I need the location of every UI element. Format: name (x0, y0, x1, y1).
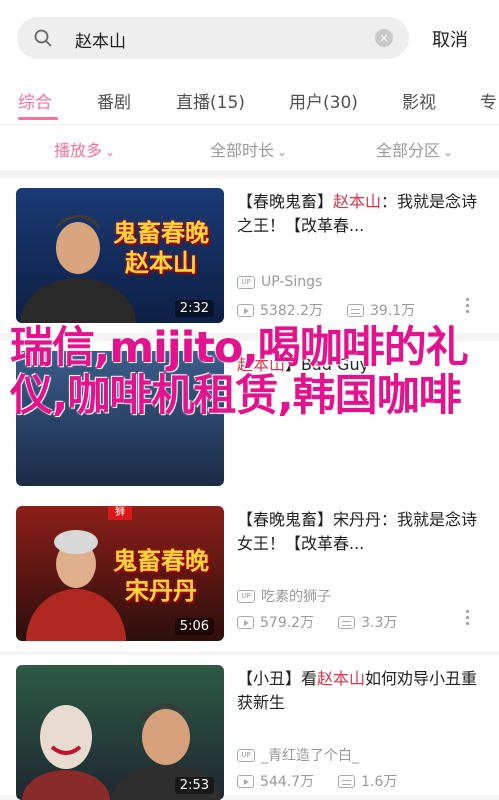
watermark-text: 瑞信,mijito,喝咖啡的礼仪,咖啡机租赁,韩国咖啡 (10, 323, 469, 421)
uploader-row[interactable]: UP 吃素的狮子 (237, 586, 331, 606)
danmaku-icon (338, 774, 356, 788)
title-prefix: 【小丑】看 (237, 669, 318, 688)
stats-row: 544.7万 1.6万 (237, 771, 397, 791)
search-input[interactable]: 赵本山 × (17, 17, 409, 59)
filter-sort[interactable]: 播放多 ⌄ (54, 137, 115, 161)
danmaku-icon (347, 303, 364, 317)
filter-bar: 播放多 ⌄ 全部时长 ⌄ 全部分区 ⌄ (0, 124, 499, 170)
stats-row: 5382.2万 39.1万 (237, 300, 415, 320)
video-duration: 2:53 (174, 777, 214, 794)
chevron-down-icon: ⌄ (443, 145, 454, 159)
tab-movies[interactable]: 影视 (402, 88, 436, 113)
more-icon[interactable] (466, 610, 470, 626)
video-duration: 2:32 (174, 300, 214, 317)
video-thumbnail[interactable]: 狮 鬼畜春晚 宋丹丹 5:06 (16, 506, 224, 641)
video-card[interactable]: 鬼畜春晚 赵本山 2:32 【春晚鬼畜】赵本山：我就是念诗之王！【改革春... U… (0, 178, 499, 333)
view-count: 579.2万 (260, 615, 315, 631)
search-icon (34, 29, 52, 47)
thumbnail-badge: 狮 (108, 506, 132, 520)
tab-all[interactable]: 综合 (18, 88, 52, 113)
title-prefix: 【春晚鬼畜】 (237, 192, 334, 211)
uploader-name: 吃素的狮子 (261, 589, 331, 605)
video-title[interactable]: 【春晚鬼畜】宋丹丹：我就是念诗女王！【改革春... (237, 508, 482, 556)
view-count: 544.7万 (260, 774, 315, 790)
video-title[interactable]: 【春晚鬼畜】赵本山：我就是念诗之王！【改革春... (237, 190, 482, 238)
chevron-down-icon: ⌄ (105, 145, 116, 159)
up-icon: UP (237, 748, 255, 762)
title-highlight: 赵本山 (317, 669, 366, 688)
tab-bangumi[interactable]: 番剧 (97, 88, 131, 113)
title-highlight: 赵本山 (333, 192, 382, 211)
video-title[interactable]: 【小丑】看赵本山如何劝导小丑重获新生 (237, 667, 482, 715)
video-thumbnail[interactable]: 鬼畜春晚 赵本山 2:32 (16, 188, 224, 323)
danmaku-count: 3.3万 (361, 615, 398, 631)
result-tabs: 综合 番剧 直播(15) 用户(30) 影视 专 (0, 78, 499, 124)
cancel-button[interactable]: 取消 (432, 26, 468, 52)
play-count-icon (237, 303, 254, 317)
clear-icon[interactable]: × (375, 29, 393, 47)
filter-duration-label: 全部时长 (210, 141, 275, 160)
active-tab-indicator (18, 117, 58, 120)
up-icon: UP (237, 275, 255, 289)
uploader-name: _青红造了个白_ (261, 748, 359, 764)
filter-duration[interactable]: 全部时长 ⌄ (210, 137, 287, 161)
video-card[interactable]: 2:53 【小丑】看赵本山如何劝导小丑重获新生 UP _青红造了个白_ 544.… (0, 655, 499, 800)
title-prefix: 【春晚鬼畜】 (237, 510, 334, 529)
uploader-row[interactable]: UP UP-Sings (237, 274, 322, 290)
tab-live[interactable]: 直播(15) (176, 88, 245, 113)
play-count-icon (237, 774, 254, 788)
video-thumbnail[interactable]: 2:53 (16, 665, 224, 800)
video-card[interactable]: 狮 鬼畜春晚 宋丹丹 5:06 【春晚鬼畜】宋丹丹：我就是念诗女王！【改革春...… (0, 496, 499, 651)
uploader-name: UP-Sings (261, 274, 323, 290)
danmaku-icon (338, 615, 356, 629)
search-query: 赵本山 (75, 32, 126, 52)
filter-zone-label: 全部分区 (376, 141, 441, 160)
view-count: 5382.2万 (260, 303, 323, 319)
thumbnail-caption: 鬼畜春晚 宋丹丹 (113, 546, 209, 605)
chevron-down-icon: ⌄ (277, 145, 288, 159)
filter-zone[interactable]: 全部分区 ⌄ (376, 137, 453, 161)
stats-row: 579.2万 3.3万 (237, 612, 397, 632)
uploader-row[interactable]: UP _青红造了个白_ (237, 745, 359, 765)
tab-users[interactable]: 用户(30) (289, 88, 358, 113)
search-header: 赵本山 × 取消 (0, 0, 499, 78)
danmaku-count: 39.1万 (370, 303, 416, 319)
tab-topics[interactable]: 专 (480, 88, 497, 113)
up-icon: UP (237, 589, 255, 603)
play-count-icon (237, 615, 254, 629)
more-icon[interactable] (466, 298, 470, 314)
danmaku-count: 1.6万 (361, 774, 398, 790)
video-duration: 5:06 (174, 618, 214, 635)
thumbnail-caption: 鬼畜春晚 赵本山 (113, 218, 209, 277)
filter-sort-label: 播放多 (54, 141, 103, 160)
